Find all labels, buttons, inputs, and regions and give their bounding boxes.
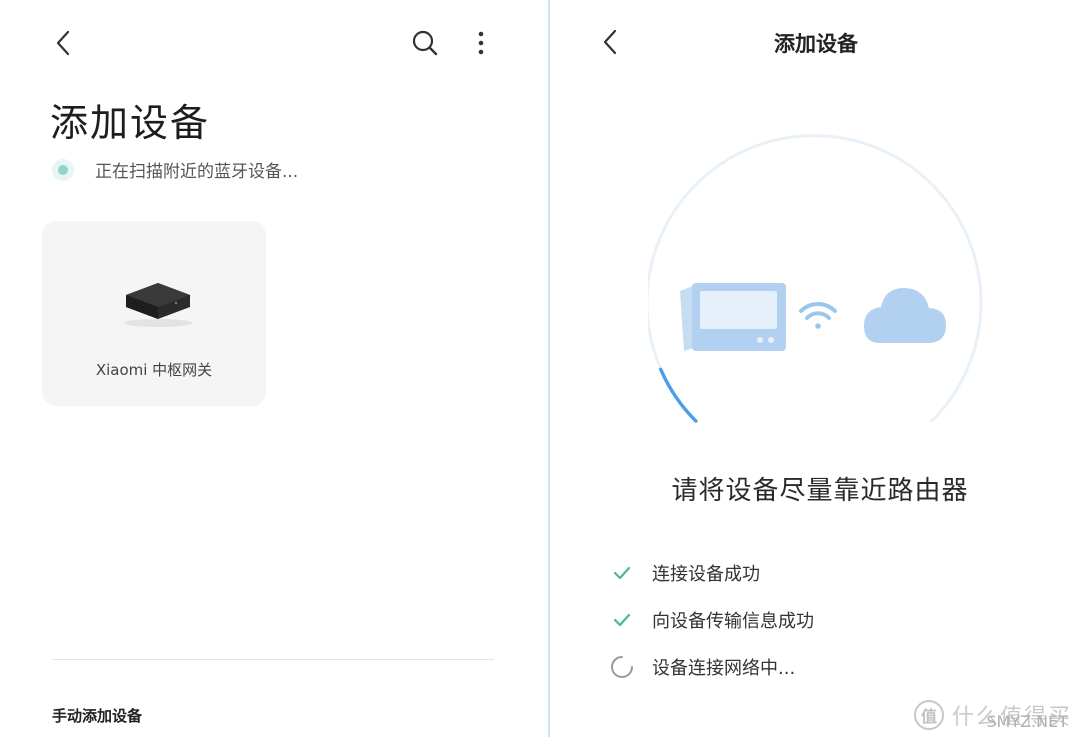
router-hint: 请将设备尽量靠近路由器 xyxy=(671,476,969,506)
cloud-icon xyxy=(864,288,946,343)
scan-status: 正在扫描附近的蓝牙设备... xyxy=(52,157,298,182)
search-icon[interactable] xyxy=(406,24,444,62)
watermark-logo-icon: 值 xyxy=(913,700,944,730)
back-chevron-icon[interactable] xyxy=(46,26,80,60)
connecting-pane: 添加设备 请将设备尽量靠近路由器 连接设备成功 向设备传输信息成功 设备连接网络… xyxy=(552,0,1080,737)
step-label: 设备连接网络中... xyxy=(652,658,796,679)
section-divider xyxy=(52,659,494,660)
step-transfer-info: 向设备传输信息成功 xyxy=(610,607,814,633)
watermark-sub: SMYZ.NET xyxy=(986,712,1068,731)
scan-status-text: 正在扫描附近的蓝牙设备... xyxy=(95,162,299,182)
scan-devices-pane: 添加设备 正在扫描附近的蓝牙设备... Xiaomi 中枢网关 手动添加设备 xyxy=(0,0,548,737)
step-connect-network: 设备连接网络中... xyxy=(610,654,795,680)
device-name: Xiaomi 中枢网关 xyxy=(95,361,213,379)
more-vertical-icon[interactable] xyxy=(466,26,496,60)
device-card[interactable]: Xiaomi 中枢网关 xyxy=(42,221,266,406)
check-icon xyxy=(610,608,634,632)
step-connect-device: 连接设备成功 xyxy=(610,560,760,586)
loading-spinner-icon xyxy=(610,655,634,679)
hub-device-icon xyxy=(680,283,786,351)
wifi-icon xyxy=(799,301,837,329)
manual-add-section-title: 手动添加设备 xyxy=(52,707,143,725)
scanning-dot-icon xyxy=(52,158,74,181)
page-title: 添加设备 xyxy=(50,101,211,145)
page-title: 添加设备 xyxy=(774,32,858,56)
step-label: 向设备传输信息成功 xyxy=(652,611,814,632)
gateway-device-icon xyxy=(124,283,192,327)
connection-progress-ring xyxy=(648,134,983,423)
step-label: 连接设备成功 xyxy=(652,564,760,585)
check-icon xyxy=(610,561,634,585)
